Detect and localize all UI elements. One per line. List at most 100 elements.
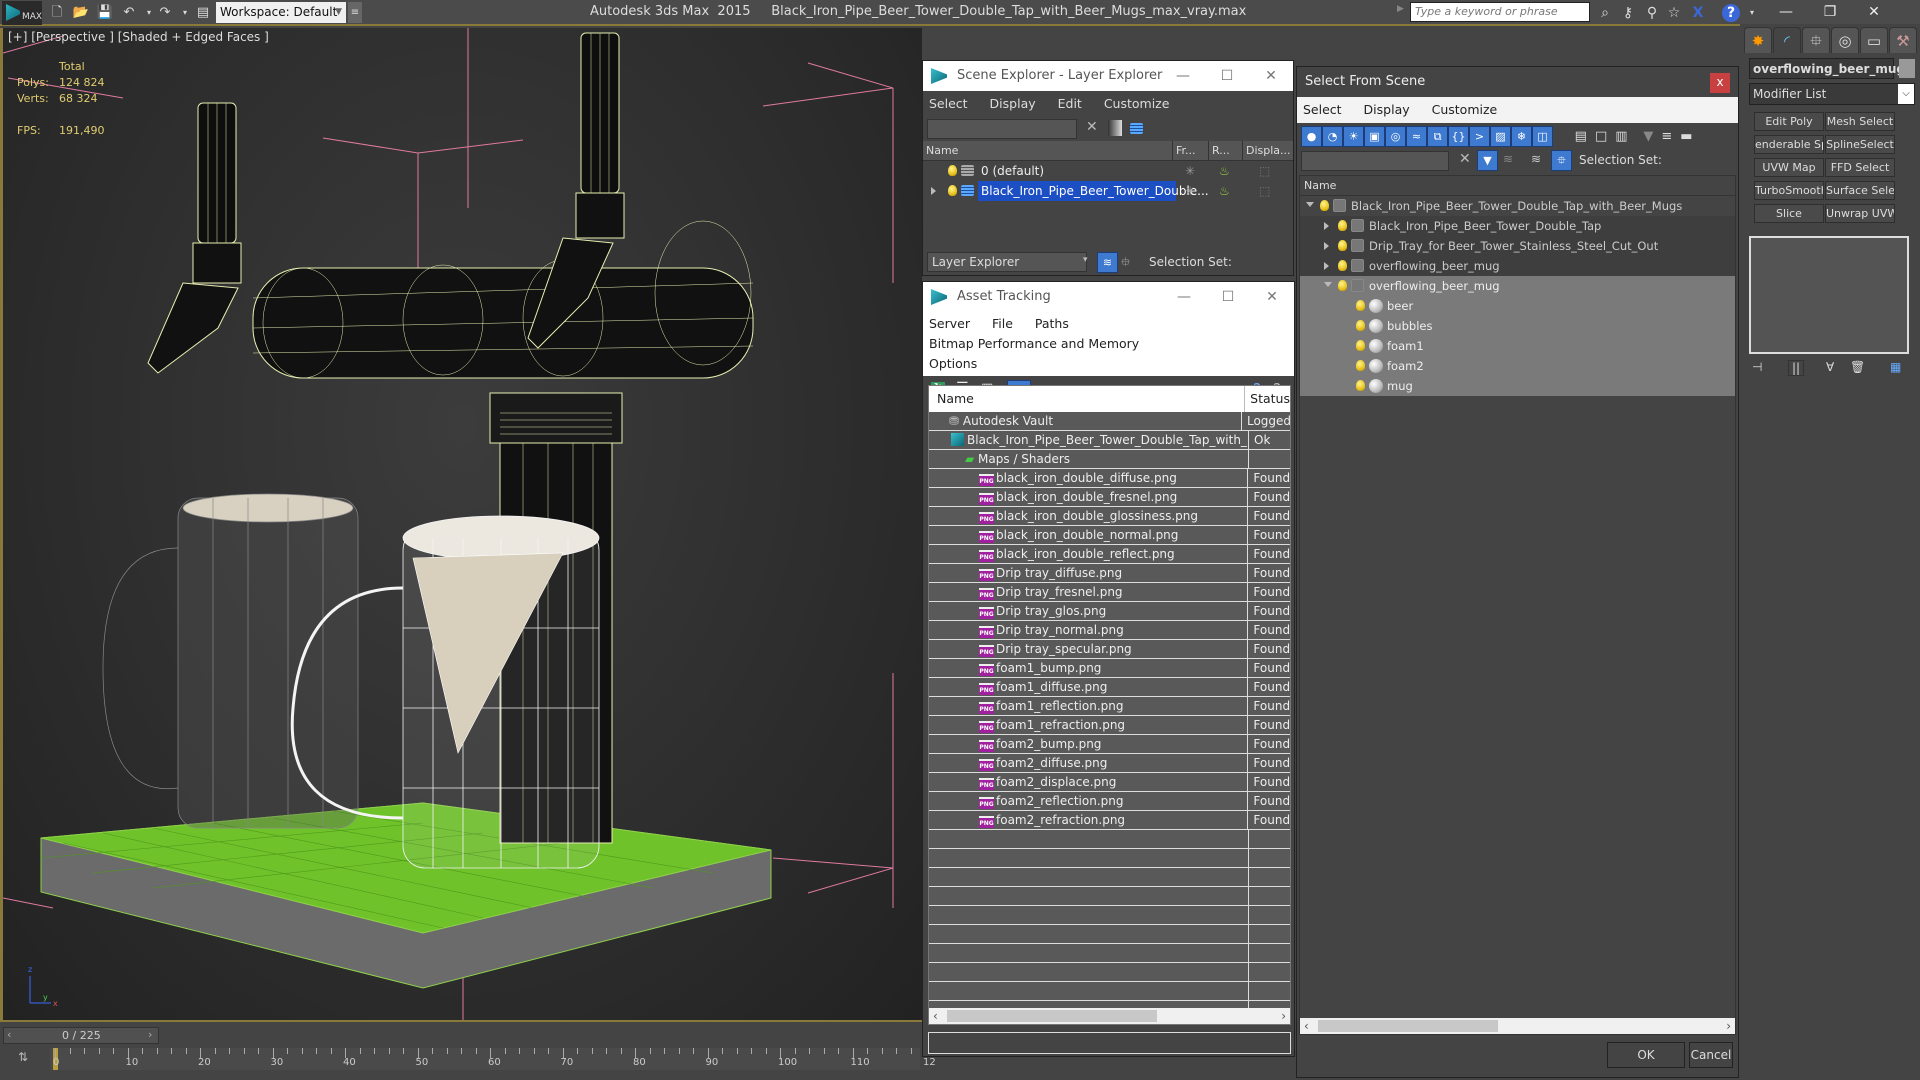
layer-filter-icon[interactable]: ≋ xyxy=(1503,152,1513,166)
add-to-layer-icon[interactable] xyxy=(1130,123,1143,134)
hierarchy-mode-icon[interactable]: ⯐ xyxy=(1551,150,1572,171)
horizontal-scrollbar[interactable]: ‹ › xyxy=(929,1008,1290,1024)
scene-tree-row[interactable]: mug xyxy=(1300,376,1735,396)
expand-icon[interactable] xyxy=(931,181,936,201)
layer-search-input[interactable] xyxy=(927,119,1077,139)
geometry-filter-icon[interactable]: ● xyxy=(1301,126,1322,147)
scene-tree-row[interactable]: beer xyxy=(1300,296,1735,316)
perspective-viewport[interactable]: z yx [+] [Perspective ] [Shaded + Edged F… xyxy=(0,28,922,1022)
menu-customize[interactable]: Customize xyxy=(1432,97,1498,123)
display-none-icon[interactable]: □ xyxy=(1595,129,1607,144)
bones-filter-icon[interactable]: > xyxy=(1469,126,1490,147)
asset-row[interactable]: PNG Drip tray_fresnel.png Found xyxy=(929,583,1290,602)
asset-row[interactable]: PNG black_iron_double_normal.png Found xyxy=(929,526,1290,545)
menu-select[interactable]: Select xyxy=(1303,97,1342,123)
asset-row[interactable]: PNG foam1_reflection.png Found xyxy=(929,697,1290,716)
column-frozen[interactable]: Fr... xyxy=(1173,141,1209,161)
exchange-icon[interactable]: X xyxy=(1688,3,1708,23)
open-file-icon[interactable]: 📂 xyxy=(72,4,90,21)
make-unique-icon[interactable]: ∀ xyxy=(1826,360,1834,374)
asset-row[interactable]: PNG foam1_diffuse.png Found xyxy=(929,678,1290,697)
column-name[interactable]: Name xyxy=(923,141,1173,161)
help-icon[interactable]: ? xyxy=(1722,4,1740,22)
asset-row[interactable]: PNG Drip tray_diffuse.png Found xyxy=(929,564,1290,583)
visibility-bulb-icon[interactable] xyxy=(1320,200,1329,211)
asset-row[interactable]: ▰ Maps / Shaders xyxy=(929,450,1290,469)
menu-edit[interactable]: Edit xyxy=(1058,91,1082,117)
asset-row[interactable]: PNG black_iron_double_fresnel.png Found xyxy=(929,488,1290,507)
menu-display[interactable]: Display xyxy=(990,91,1036,117)
display-all-icon[interactable]: ▤ xyxy=(1575,129,1587,144)
search-expand-icon[interactable]: ▶ xyxy=(1397,4,1404,14)
scene-tree-row[interactable]: foam2 xyxy=(1300,356,1735,376)
modifier-button[interactable]: Slice xyxy=(1754,204,1824,223)
freeze-icon[interactable]: ✳ xyxy=(1185,181,1195,201)
menu-select[interactable]: Select xyxy=(929,91,968,117)
asset-row[interactable]: PNG black_iron_double_glossiness.png Found xyxy=(929,507,1290,526)
scene-explorer-titlebar[interactable]: Scene Explorer - Layer Explorer — ☐ ✕ xyxy=(923,61,1293,91)
asset-row[interactable]: Black_Iron_Pipe_Beer_Tower_Double_Tap_wi… xyxy=(929,431,1290,450)
asset-row[interactable]: PNG foam1_bump.png Found xyxy=(929,659,1290,678)
satellite-icon[interactable]: ⚲ xyxy=(1642,3,1662,23)
curve-editor-icon[interactable]: ⇅ xyxy=(10,1050,36,1074)
groups-filter-icon[interactable]: ⧉ xyxy=(1427,126,1448,147)
project-folder-icon[interactable]: ▤ xyxy=(194,4,212,21)
visibility-bulb-icon[interactable] xyxy=(1338,220,1347,231)
asset-row[interactable]: PNG black_iron_double_diffuse.png Found xyxy=(929,469,1290,488)
menu-display[interactable]: Display xyxy=(1364,97,1410,123)
help-dropdown-icon[interactable]: ▾ xyxy=(1742,3,1762,23)
display-invert-icon[interactable]: ▥ xyxy=(1615,129,1627,144)
display-box-icon[interactable]: ⬚ xyxy=(1259,161,1270,181)
asset-row[interactable]: PNG black_iron_double_reflect.png Found xyxy=(929,545,1290,564)
configure-modifier-sets-icon[interactable]: ▦ xyxy=(1890,360,1901,374)
hidden-filter-icon[interactable]: ◫ xyxy=(1532,126,1553,147)
collapse-icon[interactable] xyxy=(1324,282,1332,287)
app-menu-button[interactable]: MAX xyxy=(2,1,42,25)
minimize-icon[interactable]: — xyxy=(1162,282,1206,312)
containers-filter-icon[interactable]: ▨ xyxy=(1490,126,1511,147)
cameras-filter-icon[interactable]: ▣ xyxy=(1364,126,1385,147)
search-input[interactable]: Type a keyword or phrase xyxy=(1410,2,1590,22)
clear-search-icon[interactable]: ✕ xyxy=(1459,151,1471,167)
horizontal-scrollbar[interactable]: ‹ › xyxy=(1300,1018,1735,1034)
menu-bitmap-performance[interactable]: Bitmap Performance and Memory xyxy=(929,334,1139,354)
scene-tree-row[interactable]: overflowing_beer_mug xyxy=(1300,256,1735,276)
close-button[interactable]: ✕ xyxy=(1852,0,1896,24)
shapes-filter-icon[interactable]: ◔ xyxy=(1322,126,1343,147)
timeline-track[interactable]: 0 10 20 30 40 50 60 70 80 90 100 110 12 xyxy=(50,1048,936,1070)
collapse-icon[interactable]: ▬ xyxy=(1680,129,1692,144)
layer-row[interactable]: Black_Iron_Pipe_Beer_Tower_Double... ✳ ♨… xyxy=(923,181,1293,201)
asset-row[interactable]: PNG foam2_bump.png Found xyxy=(929,735,1290,754)
asset-row[interactable]: PNG Drip tray_specular.png Found xyxy=(929,640,1290,659)
next-frame-icon[interactable]: › xyxy=(148,1028,152,1041)
scene-tree-row[interactable]: Black_Iron_Pipe_Beer_Tower_Double_Tap_wi… xyxy=(1300,196,1735,216)
close-icon[interactable]: ✕ xyxy=(1249,61,1293,91)
layer-mode-icon[interactable]: ≋ xyxy=(1531,152,1541,166)
modifier-button[interactable]: Surface Select xyxy=(1825,181,1895,200)
dialog-title[interactable]: Select From Scene xyxy=(1297,67,1738,97)
freeze-icon[interactable]: ✳ xyxy=(1185,161,1195,181)
asset-row[interactable]: PNG foam2_refraction.png Found xyxy=(929,811,1290,830)
motion-tab-icon[interactable]: ◎ xyxy=(1831,27,1859,53)
modifier-button[interactable]: enderable Splin xyxy=(1754,135,1824,154)
asset-row[interactable]: PNG foam1_refraction.png Found xyxy=(929,716,1290,735)
asset-row[interactable]: PNG foam2_displace.png Found xyxy=(929,773,1290,792)
maximize-icon[interactable]: ☐ xyxy=(1205,61,1249,91)
expand-icon[interactable] xyxy=(1324,242,1329,250)
hierarchy-mode-icon[interactable]: ⯐ xyxy=(1121,253,1130,274)
modifier-button[interactable]: UVW Map xyxy=(1754,158,1824,177)
frozen-filter-icon[interactable]: ❄ xyxy=(1511,126,1532,147)
modifier-button[interactable]: SplineSelect xyxy=(1825,135,1895,154)
quick-access-menu-icon[interactable]: ≡ xyxy=(348,2,362,23)
star-icon[interactable]: ☆ xyxy=(1664,3,1684,23)
scene-tree-row[interactable]: bubbles xyxy=(1300,316,1735,336)
spacewarps-filter-icon[interactable]: ≈ xyxy=(1406,126,1427,147)
close-button[interactable]: x xyxy=(1710,73,1730,93)
modifier-button[interactable]: Unwrap UVW xyxy=(1825,204,1895,223)
visibility-bulb-icon[interactable] xyxy=(1356,340,1365,351)
visibility-bulb-icon[interactable] xyxy=(1338,280,1347,291)
scroll-right-icon[interactable]: › xyxy=(1281,1008,1286,1024)
new-file-icon[interactable]: 🗋 xyxy=(48,4,66,21)
scene-tree-row[interactable]: overflowing_beer_mug xyxy=(1300,276,1735,296)
layer-explorer-mode-icon[interactable]: ≋ xyxy=(1097,252,1118,273)
